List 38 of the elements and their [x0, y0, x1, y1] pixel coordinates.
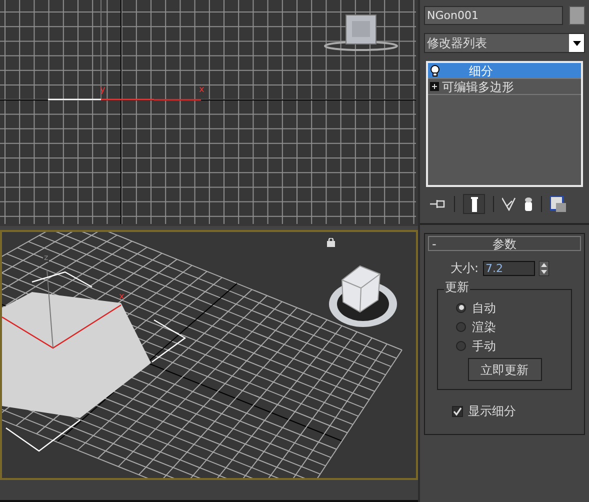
viewcube-icon[interactable] [328, 264, 398, 328]
top-viewport[interactable]: y x [0, 0, 418, 226]
lock-icon[interactable] [327, 238, 335, 247]
show-subdivision-checkbox[interactable]: 显示细分 [452, 402, 584, 420]
bar-icon [470, 196, 478, 212]
perspective-viewport[interactable]: z x [0, 230, 418, 480]
show-end-result-button[interactable] [463, 194, 485, 214]
group-title: 更新 [444, 281, 470, 293]
expand-plus-icon[interactable] [430, 82, 439, 91]
lightbulb-icon[interactable] [430, 64, 440, 76]
object-name-field[interactable]: NGon001 [424, 6, 563, 25]
spinner-arrows-icon[interactable] [538, 260, 549, 276]
stack-item[interactable]: 细分 [428, 63, 581, 79]
modifier-stack-list[interactable]: 细分 可编辑多边形 [426, 61, 583, 187]
rollout-header[interactable]: - 参数 [428, 236, 581, 251]
checkmark-icon [453, 406, 462, 416]
modifier-list-dropdown[interactable]: 修改器列表 [424, 33, 585, 53]
viewcube-icon[interactable] [324, 14, 398, 52]
configure-icon[interactable] [550, 196, 566, 212]
update-now-button[interactable]: 立即更新 [468, 358, 542, 381]
radio-option[interactable]: 手动 [456, 336, 496, 355]
axis-label: z [43, 254, 50, 262]
axis-label: x [199, 86, 204, 95]
caret-icon [572, 40, 580, 46]
size-label: 大小: [450, 260, 479, 277]
collapse-sign: - [432, 238, 438, 250]
stack-item[interactable]: 可编辑多边形 [428, 79, 581, 95]
fork-icon[interactable] [502, 197, 516, 211]
rollout-title: 参数 [492, 238, 518, 250]
size-spinner-field[interactable]: 7.2 [482, 260, 535, 276]
axis-label: x [119, 293, 124, 302]
color-swatch[interactable] [569, 6, 585, 25]
stack-item-label: 细分 [468, 62, 493, 80]
radio-option[interactable]: 自动 [456, 298, 496, 317]
stack-item-label: 可编辑多边形 [442, 78, 514, 96]
radio-option[interactable]: 渲染 [456, 317, 496, 336]
axis-label: y [100, 86, 106, 95]
pin-icon[interactable] [430, 199, 446, 209]
